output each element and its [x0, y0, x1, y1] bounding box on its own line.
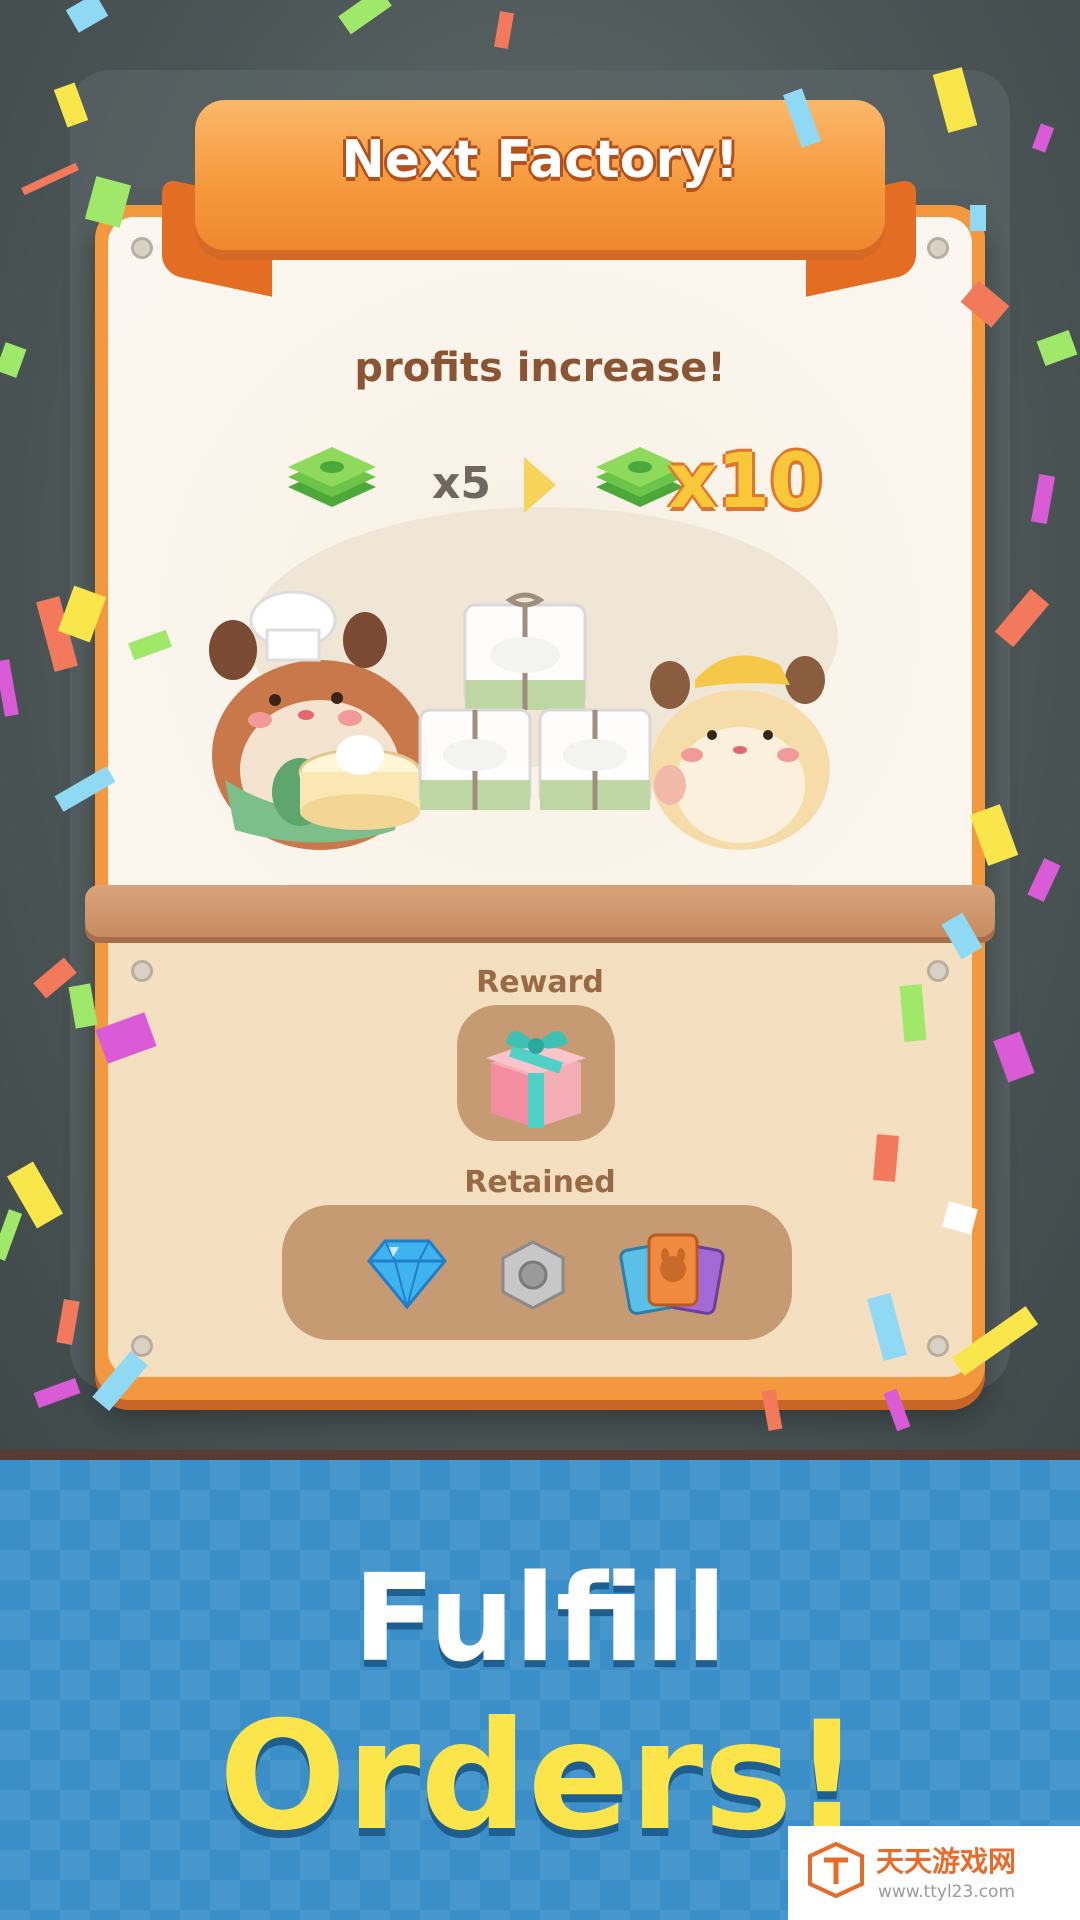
- confetti-piece: [33, 1377, 81, 1409]
- cash-stack-icon: [288, 447, 376, 507]
- watermark-url: www.ttyl23.com: [878, 1882, 1016, 1902]
- profits-subtitle: profits increase!: [354, 345, 726, 391]
- confetti-piece: [873, 1134, 899, 1182]
- watermark-site-name: 天天游戏网: [876, 1845, 1017, 1878]
- game-scene: Next Factory! profits increase! x5 x10 R…: [0, 0, 1080, 1450]
- promo-headline-line1: Fulfill: [353, 1550, 727, 1689]
- retained-label: Retained: [464, 1165, 616, 1200]
- reward-slot[interactable]: [457, 1005, 615, 1141]
- confetti-piece: [338, 0, 392, 35]
- confetti-piece: [0, 659, 19, 717]
- retained-items-tray: [282, 1205, 792, 1340]
- screw-icon: [927, 1335, 949, 1357]
- cap-hamster-icon: [650, 655, 830, 850]
- title-ribbon: Next Factory!: [195, 100, 885, 250]
- card-deck-icon: [619, 1233, 725, 1315]
- confetti-piece: [970, 205, 986, 231]
- current-multiplier: x5: [432, 458, 491, 509]
- confetti-piece: [1030, 473, 1056, 525]
- screw-icon: [131, 237, 153, 259]
- dialog-title: Next Factory!: [341, 130, 739, 190]
- confetti-piece: [1031, 123, 1055, 153]
- confetti-piece: [1027, 858, 1061, 902]
- screw-icon: [927, 237, 949, 259]
- arrow-right-icon: [524, 457, 556, 513]
- cake-box-stack-icon: [418, 592, 652, 810]
- hex-nut-icon: [501, 1240, 565, 1310]
- next-multiplier: x10: [668, 436, 823, 525]
- diamond-icon: [367, 1239, 447, 1309]
- site-watermark: 天天游戏网 www.ttyl23.com: [788, 1826, 1080, 1920]
- watermark-logo-icon: [808, 1841, 864, 1899]
- gift-box-icon: [486, 1030, 586, 1128]
- wooden-shelf: [85, 885, 995, 937]
- confetti-piece: [0, 1209, 23, 1261]
- confetti-piece: [65, 0, 109, 33]
- confetti-piece: [493, 11, 515, 49]
